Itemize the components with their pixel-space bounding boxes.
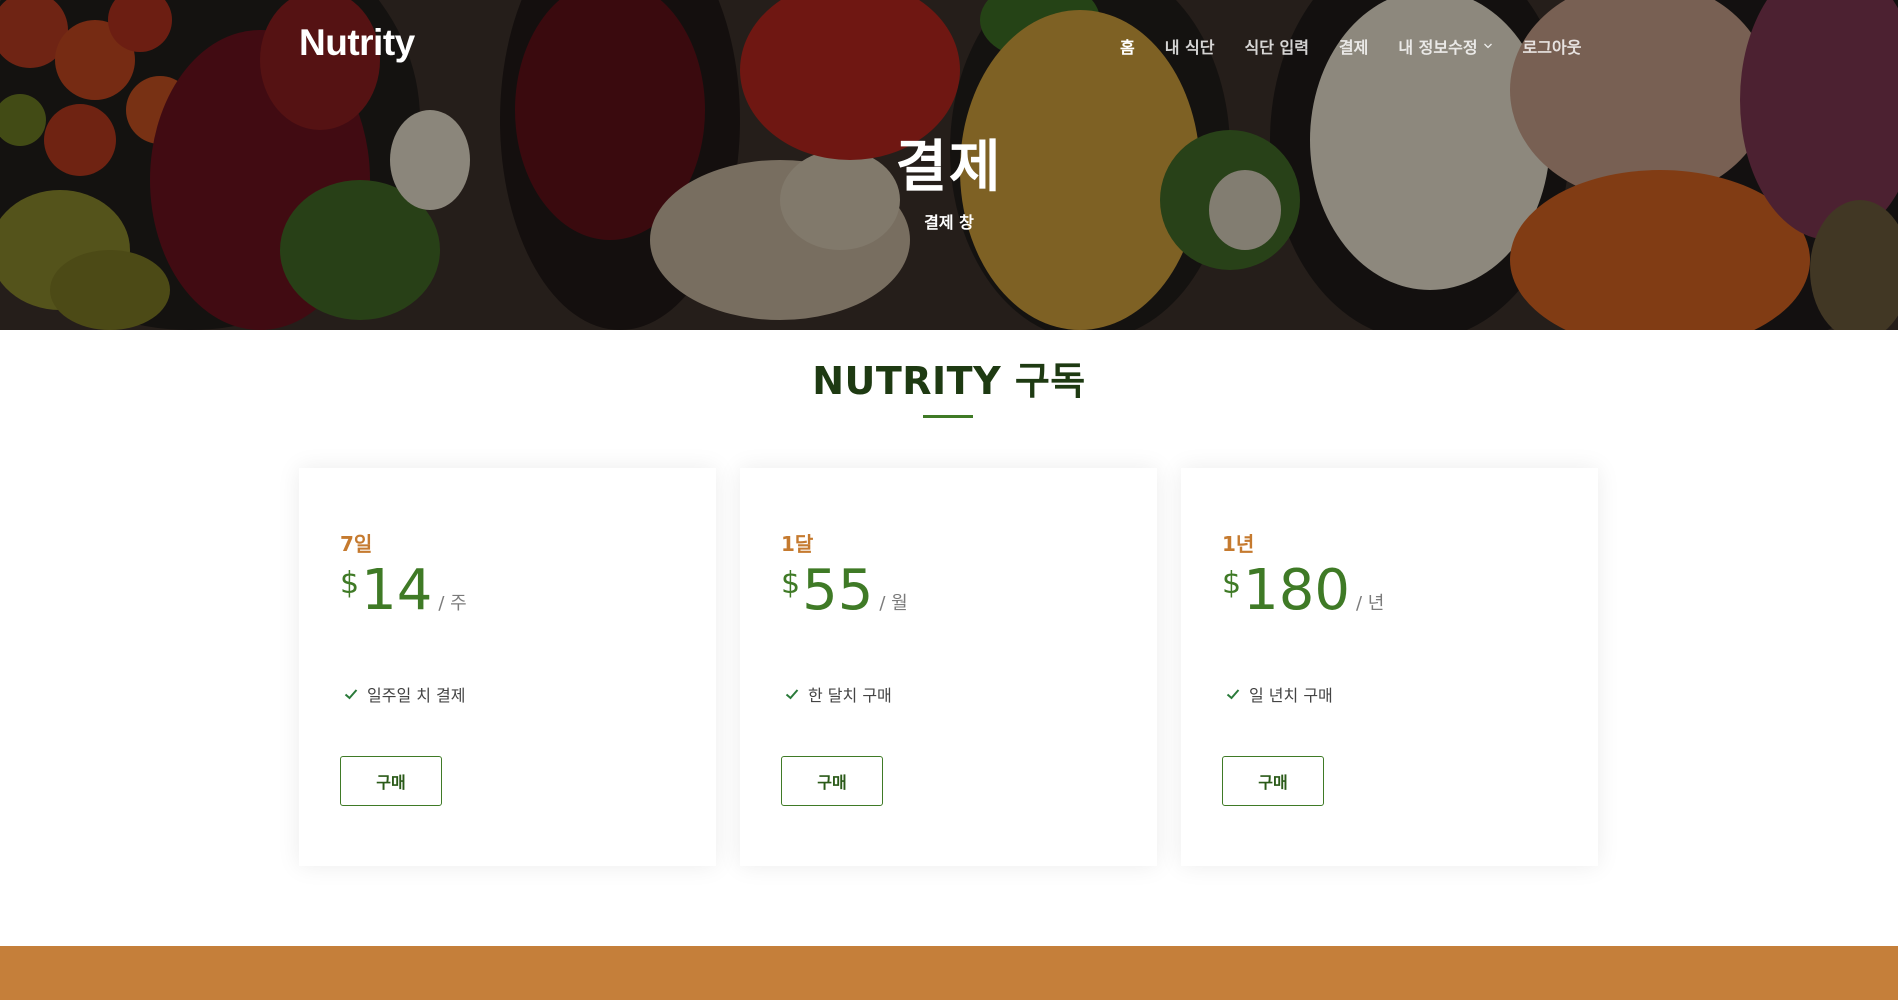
check-icon <box>1226 689 1240 700</box>
plan-price: $ 14 / 주 <box>340 560 467 622</box>
plan-feature: 일 년치 구매 <box>1225 682 1333 706</box>
chevron-down-icon <box>1483 43 1492 49</box>
page-title: 결제 <box>895 135 1003 200</box>
plan-feature-text: 일주일 치 결제 <box>367 686 466 705</box>
section-divider <box>923 415 973 418</box>
pricing-card-week: 7일 $ 14 / 주 일주일 치 결제 구매 <box>299 468 716 866</box>
price-currency: $ <box>1222 566 1242 601</box>
plan-feature-text: 일 년치 구매 <box>1249 686 1333 705</box>
price-unit: / 년 <box>1355 593 1385 614</box>
check-icon <box>344 689 358 700</box>
nav-item-label: 홈 <box>1120 38 1135 57</box>
price-unit: / 주 <box>438 593 467 614</box>
nav-item-label: 식단 입력 <box>1244 38 1309 57</box>
buy-button-week[interactable]: 구매 <box>340 756 442 806</box>
top-navbar: Nutrity 홈 내 식단 식단 입력 결제 내 정보수정 로그아웃 <box>0 0 1898 90</box>
plan-price: $ 55 / 월 <box>781 560 908 622</box>
plan-feature-text: 한 달치 구매 <box>808 686 892 705</box>
footer-band <box>0 946 1898 1000</box>
price-unit: / 월 <box>879 593 908 614</box>
brand-logo[interactable]: Nutrity <box>299 22 415 64</box>
check-icon <box>785 689 799 700</box>
nav-item-label: 로그아웃 <box>1522 38 1582 57</box>
buy-button-year[interactable]: 구매 <box>1222 756 1324 806</box>
price-currency: $ <box>781 566 801 601</box>
nav-item-my-diet[interactable]: 내 식단 <box>1165 34 1215 58</box>
price-amount: 55 <box>802 558 874 623</box>
nav-item-home[interactable]: 홈 <box>1120 34 1135 58</box>
pricing-cards: 7일 $ 14 / 주 일주일 치 결제 구매 1달 $ 55 / 월 한 달치… <box>299 468 1598 866</box>
plan-period: 1년 <box>1222 532 1255 556</box>
plan-feature: 한 달치 구매 <box>784 682 892 706</box>
nav-item-label: 결제 <box>1338 38 1369 57</box>
price-amount: 180 <box>1243 558 1350 623</box>
plan-price: $ 180 / 년 <box>1222 560 1384 622</box>
plan-period: 1달 <box>781 532 814 556</box>
plan-feature: 일주일 치 결제 <box>343 682 466 706</box>
price-currency: $ <box>340 566 360 601</box>
section-title: NUTRITY 구독 <box>812 359 1086 403</box>
price-amount: 14 <box>361 558 433 623</box>
nav-item-label: 내 식단 <box>1164 38 1215 57</box>
page-subtitle: 결제 창 <box>924 213 974 232</box>
main-nav: 홈 내 식단 식단 입력 결제 내 정보수정 로그아웃 <box>1120 34 1581 58</box>
nav-item-logout[interactable]: 로그아웃 <box>1523 34 1582 58</box>
nav-item-diet-input[interactable]: 식단 입력 <box>1244 34 1308 58</box>
hero-banner: Nutrity 홈 내 식단 식단 입력 결제 내 정보수정 로그아웃 결제 결… <box>0 0 1898 330</box>
pricing-card-year: 1년 $ 180 / 년 일 년치 구매 구매 <box>1181 468 1598 866</box>
pricing-card-month: 1달 $ 55 / 월 한 달치 구매 구매 <box>740 468 1157 866</box>
nav-item-edit-profile[interactable]: 내 정보수정 <box>1398 34 1492 58</box>
plan-period: 7일 <box>340 532 373 556</box>
nav-item-payment[interactable]: 결제 <box>1339 34 1368 58</box>
nav-item-label: 내 정보수정 <box>1398 38 1478 57</box>
buy-button-month[interactable]: 구매 <box>781 756 883 806</box>
